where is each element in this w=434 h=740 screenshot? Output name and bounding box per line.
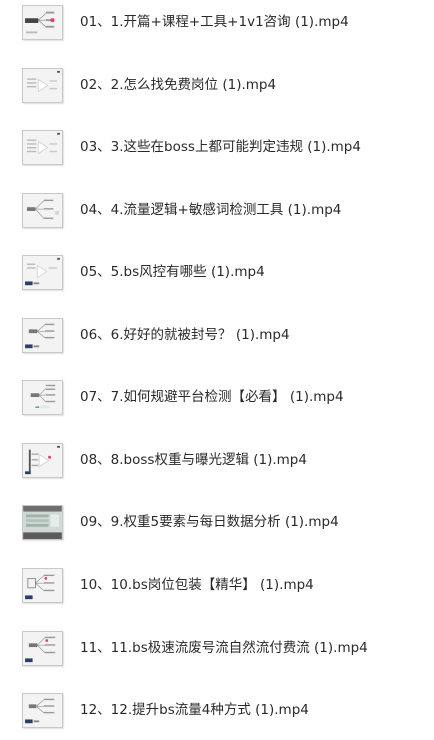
file-item[interactable]: 11、11.bs极速流废号流自然流付费流 (1).mp4 [0,626,434,678]
file-name: 09、9.权重5要素与每日数据分析 (1).mp4 [80,514,339,530]
mindmap-thumbnail-icon [22,318,63,353]
file-name: 04、4.流量逻辑+敏感词检测工具 (1).mp4 [80,202,342,218]
mindmap-thumbnail-icon [22,380,63,415]
file-name: 08、8.boss权重与曝光逻辑 (1).mp4 [80,452,307,468]
mindmap-thumbnail-icon [22,693,63,728]
file-item[interactable]: 04、4.流量逻辑+敏感词检测工具 (1).mp4 [0,188,434,240]
file-name: 05、5.bs风控有哪些 (1).mp4 [80,264,265,280]
file-item[interactable]: 02、2.怎么找免费岗位 (1).mp4 [0,63,434,115]
file-item[interactable]: 01、1.开篇+课程+工具+1v1咨询 (1).mp4 [0,0,434,52]
file-name: 12、12.提升bs流量4种方式 (1).mp4 [80,702,309,718]
mindmap-thumbnail-icon [22,631,63,666]
file-item[interactable]: 07、7.如何规避平台检测【必看】 (1).mp4 [0,375,434,427]
mindmap-thumbnail-icon [22,568,63,603]
play-thumbnail-icon [22,68,63,103]
table-thumbnail-icon [22,505,63,540]
file-item[interactable]: 12、12.提升bs流量4种方式 (1).mp4 [0,688,434,740]
file-list: 01、1.开篇+课程+工具+1v1咨询 (1).mp4 02、2.怎么找免费岗位… [0,0,434,731]
file-name: 11、11.bs极速流废号流自然流付费流 (1).mp4 [80,640,368,656]
file-item[interactable]: 03、3.这些在boss上都可能判定违规 (1).mp4 [0,125,434,177]
file-item[interactable]: 09、9.权重5要素与每日数据分析 (1).mp4 [0,500,434,552]
play-thumbnail-icon [22,130,63,165]
mindmap-pink-thumbnail-icon [22,5,63,40]
play-thumbnail-icon [22,443,63,478]
file-item[interactable]: 08、8.boss权重与曝光逻辑 (1).mp4 [0,438,434,490]
file-name: 02、2.怎么找免费岗位 (1).mp4 [80,77,277,93]
mindmap-thumbnail-icon [22,193,63,228]
file-item[interactable]: 10、10.bs岗位包装【精华】 (1).mp4 [0,563,434,615]
file-name: 06、6.好好的就被封号？ (1).mp4 [80,327,290,343]
file-name: 07、7.如何规避平台检测【必看】 (1).mp4 [80,389,344,405]
file-name: 01、1.开篇+课程+工具+1v1咨询 (1).mp4 [80,14,349,30]
file-name: 10、10.bs岗位包装【精华】 (1).mp4 [80,577,314,593]
file-item[interactable]: 05、5.bs风控有哪些 (1).mp4 [0,250,434,302]
file-name: 03、3.这些在boss上都可能判定违规 (1).mp4 [80,139,361,155]
play-thumbnail-icon [22,255,63,290]
file-item[interactable]: 06、6.好好的就被封号？ (1).mp4 [0,313,434,365]
